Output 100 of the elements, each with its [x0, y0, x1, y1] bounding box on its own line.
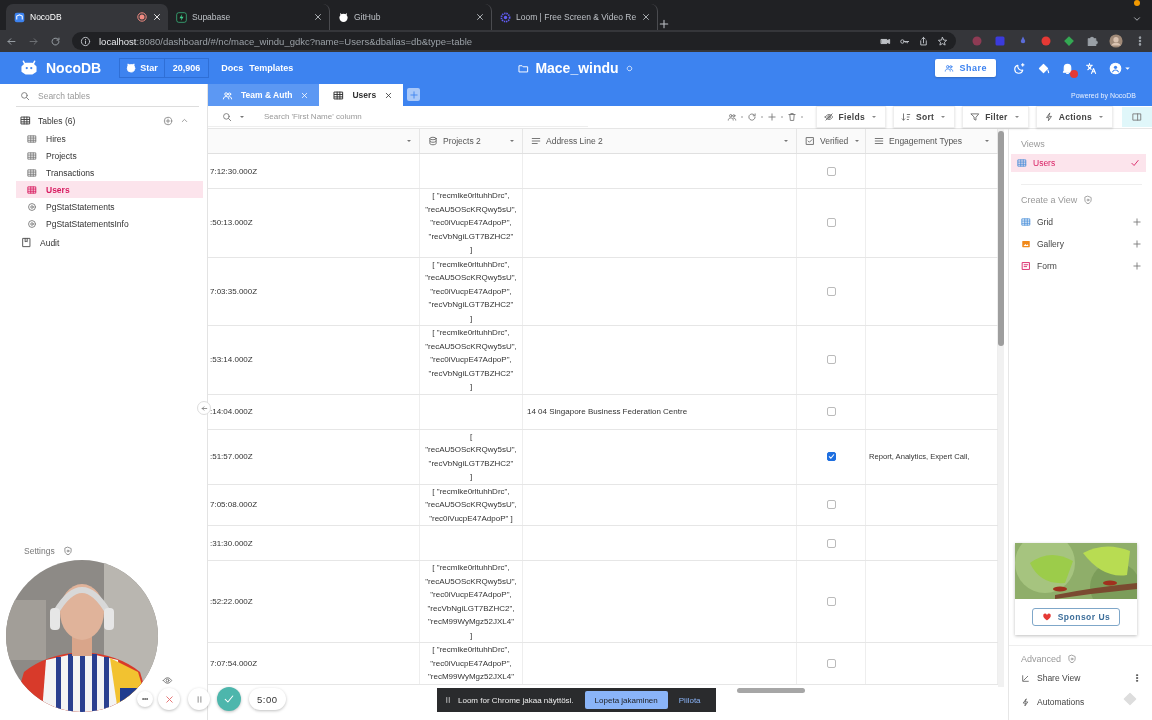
toolbar-menu-button[interactable]: Sort [892, 106, 956, 128]
table-cell-text: [ "recmlke0rltuhhDrc", "recAU5OScKRQwy5sU", "rec0iVucpE47AdpoP" ] [425, 485, 517, 525]
view-icon [27, 218, 37, 229]
column-header[interactable]: Verified [797, 129, 866, 153]
close-icon[interactable] [313, 12, 323, 22]
sidebar-item[interactable]: Audit [0, 232, 207, 248]
sidebar-item[interactable]: PgStatStatementsInfo [16, 215, 203, 232]
caret-icon [939, 113, 948, 121]
sponsor-button[interactable]: Sponsor Us [1031, 608, 1121, 626]
table-cell-text: [ "recmlke0rltuhhDrc", "rec0iVucpE47AdpoP", "recM99WyMgz52JXL4" [427, 644, 515, 683]
hide-link[interactable]: Piilota [678, 695, 701, 705]
moon-icon[interactable] [1013, 61, 1026, 75]
star-icon[interactable] [937, 35, 948, 47]
view-item[interactable]: Users [1011, 154, 1146, 172]
sidebar-item[interactable]: Projects [16, 147, 203, 164]
table-cell-text: [ "recmlke0rltuhhDrc", "recAU5OScKRQwy5sU", "rec0iVucpE47AdpoP", "recVbNgiLGT7BZHC2" ] [425, 190, 517, 256]
checkbox[interactable] [826, 597, 836, 606]
puzzle-icon[interactable] [1086, 35, 1098, 47]
checkbox[interactable] [826, 166, 836, 176]
back-icon[interactable] [6, 35, 17, 47]
sidebar-item[interactable]: Transactions [16, 164, 203, 181]
checkbox[interactable] [826, 500, 836, 510]
column-header[interactable]: Projects 2 [420, 129, 523, 153]
chevron-down-icon[interactable] [1132, 14, 1142, 24]
share-icon[interactable] [918, 35, 929, 47]
filter-icon [970, 112, 981, 122]
account-menu[interactable] [1109, 61, 1132, 75]
menu-item[interactable]: Share View [1037, 673, 1125, 683]
table-cell: 7:07:54.000Z [210, 658, 258, 668]
caret-icon[interactable] [983, 137, 991, 145]
nav-link[interactable]: Templates [249, 63, 294, 73]
sidebar-item[interactable]: Users [16, 181, 203, 198]
table-cell: 7:12:30.000Z [210, 166, 258, 176]
reload-icon[interactable] [50, 35, 61, 47]
trash-icon[interactable] [786, 112, 797, 122]
column-header[interactable]: Address Line 2 [523, 129, 797, 153]
checkbox[interactable] [826, 407, 836, 416]
extension-icon[interactable] [971, 35, 983, 47]
toolbar-menu-button[interactable]: Fields [815, 106, 886, 128]
panel-toggle-button[interactable] [1122, 107, 1152, 127]
done-button[interactable] [217, 687, 241, 711]
forward-icon[interactable] [28, 35, 39, 47]
checkbox[interactable] [826, 286, 836, 296]
checkbox[interactable] [826, 452, 836, 461]
search-field[interactable]: Search tables [36, 90, 190, 102]
share-button[interactable]: Share [935, 59, 996, 77]
avatar-icon[interactable] [1109, 34, 1123, 48]
add-row-icon[interactable] [766, 112, 777, 122]
toolbar-menu-button[interactable]: Filter [962, 106, 1029, 128]
people-icon[interactable] [726, 112, 737, 122]
caret-icon[interactable] [782, 137, 790, 145]
checkbox-icon [805, 136, 815, 146]
translate-icon[interactable] [1085, 61, 1098, 75]
reload-icon[interactable] [746, 112, 757, 122]
browser-tab[interactable]: NocoDB [6, 4, 168, 30]
menu-item[interactable]: Automations [1037, 697, 1142, 707]
new-tab-icon[interactable] [658, 18, 671, 30]
arrow-left-icon [199, 403, 209, 413]
checkbox[interactable] [826, 658, 836, 668]
scrollbar[interactable] [998, 129, 1004, 687]
star-button[interactable]: Star [119, 58, 165, 78]
logo-icon[interactable] [20, 59, 38, 77]
extension-icon[interactable] [1063, 35, 1075, 47]
close-icon[interactable] [475, 12, 485, 22]
plus-icon[interactable] [1132, 261, 1142, 271]
search-icon [222, 111, 232, 122]
caret-icon[interactable] [853, 137, 862, 145]
sidebar-item[interactable]: PgStatStatements [16, 198, 203, 215]
table-cell: :50:13.000Z [210, 218, 253, 228]
table-cell-text: [ "recmlke0rltuhhDrc", "recAU5OScKRQwy5sU", "rec0iVucpE47AdpoP", "recVbNgiLGT7BZHC2" ] [425, 258, 517, 325]
address-bar[interactable]: localhost:8080/dashboard/#/nc/mace_windu_gdkc?name=Users&dbalias=db&type=table [72, 32, 956, 50]
nav-link[interactable]: Docs [221, 63, 244, 73]
checkbox[interactable] [826, 355, 836, 365]
update-dot [1134, 0, 1140, 6]
stack-icon [428, 136, 438, 146]
paint-bucket-icon[interactable] [1037, 61, 1050, 75]
close-icon[interactable] [384, 90, 394, 100]
caret-icon[interactable] [508, 137, 516, 145]
stop-sharing-button[interactable]: Lopeta jakaminen [584, 691, 668, 709]
extension-icon[interactable] [1040, 35, 1052, 47]
add-tab-button[interactable] [407, 88, 421, 101]
close-icon[interactable] [641, 12, 652, 22]
tab[interactable]: Users [319, 84, 404, 106]
plus-icon[interactable] [1132, 239, 1142, 249]
checkbox[interactable] [826, 218, 836, 228]
folder-icon [518, 62, 530, 74]
plus-icon[interactable] [1132, 217, 1142, 227]
eye-icon[interactable] [162, 675, 173, 686]
add-icon[interactable] [163, 115, 173, 126]
caret-icon[interactable] [405, 137, 413, 145]
chevron-up-icon[interactable] [180, 116, 189, 125]
chart-arrow-icon [1021, 673, 1030, 683]
table-icon [27, 133, 37, 144]
toolbar-menu-button[interactable]: Actions [1035, 106, 1113, 128]
checkbox[interactable] [826, 538, 836, 548]
sort-icon [900, 112, 911, 122]
close-icon[interactable] [152, 12, 162, 22]
search-field[interactable]: Search 'First Name' column [262, 111, 526, 122]
sidebar-item[interactable]: Hires [16, 130, 203, 147]
table-cell: :31:30.000Z [210, 538, 253, 548]
